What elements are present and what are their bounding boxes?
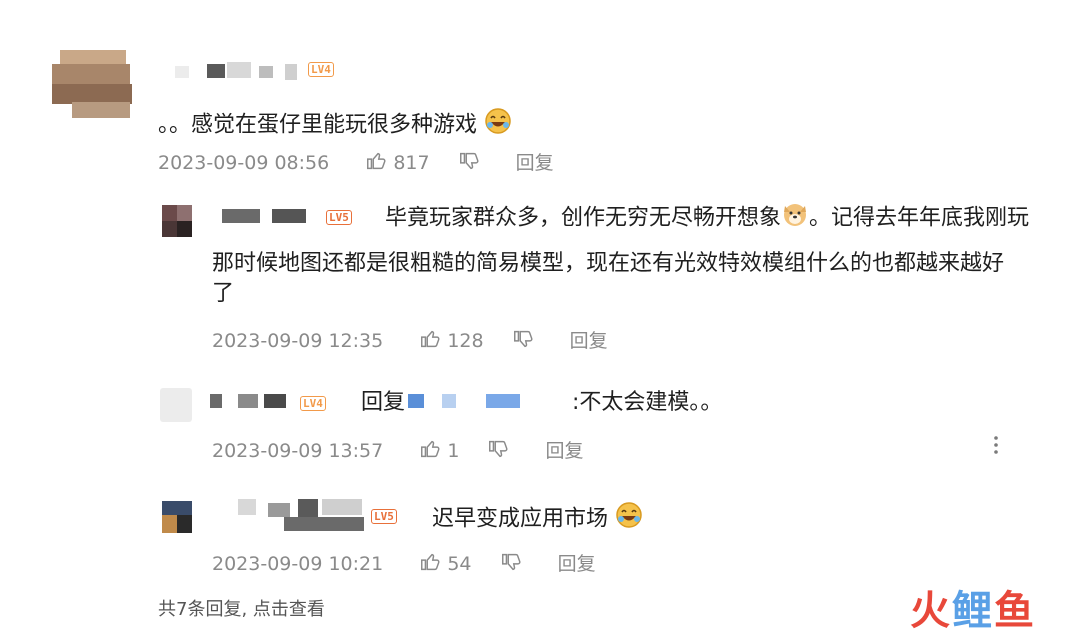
comment-text: 。。感觉在蛋仔里能玩很多种游戏 [158,107,512,144]
username[interactable] [210,394,300,410]
avatar[interactable] [52,50,132,120]
reply-date: 2023-09-09 10:21 [212,553,384,575]
emoji-doge-icon [781,200,809,237]
reply-button[interactable]: 回复 [570,330,608,352]
reply-text-line2: 那时候地图还都是很粗糙的简易模型，现在还有光效特效模组什么的也都越来越好 [212,251,1005,276]
reply-text-content: 迟早变成应用市场 [432,506,609,532]
level-badge: LV4 [300,396,326,411]
like-count: 54 [447,553,472,575]
reply-item: LV5 迟早变成应用市场 2023-09-09 10:21 54 回复 [0,493,1080,583]
comment-text-content: 。。感觉在蛋仔里能玩很多种游戏 [158,112,478,138]
thumb-down-icon[interactable] [512,328,534,355]
mentioned-username[interactable] [408,394,558,410]
thumb-down-icon[interactable] [500,551,522,578]
reply-prefix: 回复 [361,390,406,415]
like-count: 128 [447,330,484,352]
reply-meta: 2023-09-09 10:21 54 回复 [212,549,596,578]
reply-text: 迟早变成应用市场 [432,501,643,538]
like-button[interactable]: 128 [419,330,489,352]
reply-text-line3: 了 [212,281,235,306]
avatar[interactable] [162,501,192,533]
reply-button[interactable]: 回复 [558,553,596,575]
reply-button[interactable]: 回复 [546,440,584,462]
level-badge: LV5 [371,509,397,524]
thumb-up-icon [419,328,441,355]
reply-meta: 2023-09-09 13:57 1 回复 [212,436,584,465]
username[interactable] [175,62,305,80]
reply-text: :不太会建模。。 [572,390,723,415]
reply-date: 2023-09-09 13:57 [212,440,384,462]
comment-meta: 2023-09-09 08:56 817 回复 [158,148,554,177]
reply-item: LV4 回复 :不太会建模。。 2023-09-09 13:57 1 回复 [0,380,1080,470]
reply-text-line1: 毕竟玩家群众多，创作无穷无尽畅开想象 [385,205,782,231]
view-all-replies-link[interactable]: 共7条回复, 点击查看 [158,595,325,621]
level-badge: LV4 [308,62,334,77]
reply-meta: 2023-09-09 12:35 128 回复 [212,326,608,355]
more-vertical-icon[interactable] [990,434,1002,458]
avatar[interactable] [160,388,192,422]
emoji-laugh-icon [615,501,643,538]
comment-main: LV4 。。感觉在蛋仔里能玩很多种游戏 2023-09-09 08:56 817… [0,0,1080,190]
username[interactable] [238,499,364,533]
like-count: 817 [393,152,430,174]
reply-date: 2023-09-09 12:35 [212,330,384,352]
thumb-down-icon[interactable] [458,150,480,177]
thumb-down-icon[interactable] [487,438,509,465]
reply-item: LV5 毕竟玩家群众多，创作无穷无尽畅开想象 。记得去年年底我刚玩 那时候地图还… [0,195,1080,355]
reply-text: 毕竟玩家群众多，创作无穷无尽畅开想象 。记得去年年底我刚玩 那时候地图还都是很粗… [212,200,1072,309]
watermark-logo: 火鲤鱼 [910,588,1036,634]
like-count: 1 [447,440,460,462]
avatar[interactable] [162,205,192,237]
like-button[interactable]: 817 [365,152,435,174]
emoji-laugh-icon [484,107,512,144]
reply-button[interactable]: 回复 [516,152,554,174]
thumb-up-icon [419,438,441,465]
like-button[interactable]: 1 [419,440,465,462]
like-button[interactable]: 54 [419,553,477,575]
thumb-up-icon [365,150,387,177]
reply-text-line1b: 。记得去年年底我刚玩 [809,205,1030,231]
thumb-up-icon [419,551,441,578]
comment-date: 2023-09-09 08:56 [158,152,330,174]
